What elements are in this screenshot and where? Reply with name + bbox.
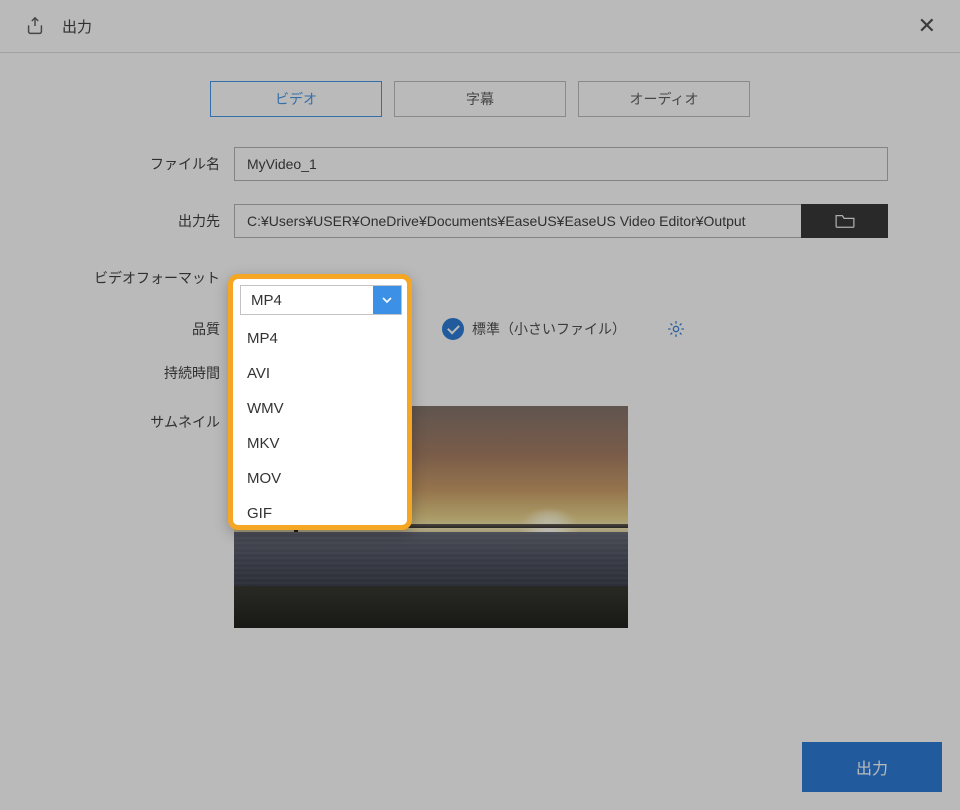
label-duration: 持続時間 <box>0 363 234 383</box>
radio-checked-icon <box>442 318 464 340</box>
output-path-input[interactable]: C:¥Users¥USER¥OneDrive¥Documents¥EaseUS¥… <box>234 204 802 238</box>
tab-video[interactable]: ビデオ <box>210 81 382 117</box>
format-option-gif[interactable]: GIF <box>233 496 407 531</box>
quality-standard-radio[interactable]: 標準（小さいファイル） <box>442 318 626 340</box>
label-thumbnail: サムネイル <box>0 406 234 432</box>
row-output-path: 出力先 C:¥Users¥USER¥OneDrive¥Documents¥Eas… <box>0 204 960 238</box>
quality-settings-button[interactable] <box>666 319 686 339</box>
row-duration: 持続時間 <box>0 363 960 383</box>
format-option-wmv[interactable]: WMV <box>233 391 407 426</box>
tab-subtitle[interactable]: 字幕 <box>394 81 566 117</box>
chevron-down-icon <box>373 286 401 314</box>
format-option-mkv[interactable]: MKV <box>233 426 407 461</box>
header-title: 出力 <box>62 16 92 37</box>
folder-icon <box>834 213 856 229</box>
close-icon[interactable]: ✕ <box>914 11 940 41</box>
format-option-mp4[interactable]: MP4 <box>233 321 407 356</box>
header: 出力 ✕ <box>0 0 960 53</box>
tab-audio[interactable]: オーディオ <box>578 81 750 117</box>
row-filename: ファイル名 MyVideo_1 <box>0 147 960 181</box>
label-video-format: ビデオフォーマット <box>0 268 234 288</box>
video-format-select[interactable]: MP4 <box>240 285 402 315</box>
tabbar: ビデオ 字幕 オーディオ <box>0 81 960 117</box>
format-option-avi[interactable]: AVI <box>233 356 407 391</box>
label-quality: 品質 <box>0 319 234 339</box>
row-video-format: ビデオフォーマット <box>0 261 960 295</box>
format-option-mov[interactable]: MOV <box>233 461 407 496</box>
row-quality: 品質 標準（小さいファイル） <box>0 318 960 340</box>
row-thumbnail: サムネイル <box>0 406 960 628</box>
label-filename: ファイル名 <box>0 154 234 174</box>
export-icon <box>24 15 46 37</box>
filename-input[interactable]: MyVideo_1 <box>234 147 888 181</box>
label-output-to: 出力先 <box>0 211 234 231</box>
video-format-dropdown: MP4 MP4 AVI WMV MKV MOV GIF <box>228 274 412 530</box>
output-button[interactable]: 出力 <box>802 742 942 792</box>
browse-folder-button[interactable] <box>801 204 888 238</box>
